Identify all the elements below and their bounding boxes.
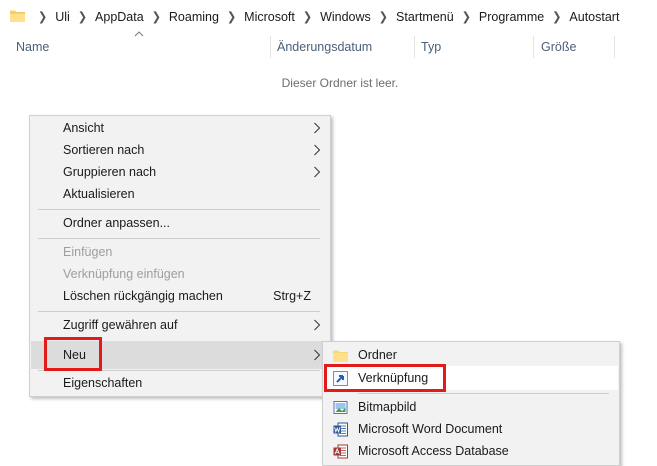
breadcrumb-item[interactable]: Uli [55, 10, 70, 24]
submenu-item-access[interactable]: Microsoft Access Database [323, 440, 619, 462]
breadcrumb-item[interactable]: Startmenü [396, 10, 454, 24]
chevron-right-icon[interactable]: ❯ [227, 9, 236, 23]
menu-item-give-access[interactable]: Zugriff gewähren auf [30, 314, 330, 336]
menu-separator [358, 393, 609, 394]
column-header-date[interactable]: Änderungsdatum [277, 34, 372, 60]
submenu-item-bitmap[interactable]: Bitmapbild [323, 396, 619, 418]
chevron-right-icon [314, 319, 321, 331]
breadcrumb-item[interactable]: Windows [320, 10, 371, 24]
word-document-icon [333, 422, 348, 437]
column-divider[interactable] [270, 36, 271, 58]
breadcrumb-item[interactable]: Roaming [169, 10, 219, 24]
chevron-right-icon[interactable]: ❯ [379, 9, 388, 23]
menu-separator [38, 311, 320, 312]
submenu-item-word[interactable]: Microsoft Word Document [323, 418, 619, 440]
chevron-right-icon [314, 122, 321, 134]
folder-icon [10, 10, 25, 22]
shortcut-label: Strg+Z [273, 289, 311, 303]
column-divider[interactable] [614, 36, 615, 58]
menu-item-undo-delete[interactable]: Löschen rückgängig machen Strg+Z [30, 285, 330, 307]
menu-item-customize-folder[interactable]: Ordner anpassen... [30, 212, 330, 234]
menu-item-refresh[interactable]: Aktualisieren [30, 183, 330, 205]
bitmap-icon [333, 401, 348, 414]
chevron-right-icon[interactable]: ❯ [38, 9, 47, 23]
chevron-right-icon [314, 166, 321, 178]
column-header-size[interactable]: Größe [541, 34, 576, 60]
chevron-right-icon[interactable]: ❯ [78, 9, 87, 23]
breadcrumb-item[interactable]: Programme [479, 10, 544, 24]
highlight-box [44, 337, 102, 371]
breadcrumb-item[interactable]: Microsoft [244, 10, 295, 24]
menu-item-paste-shortcut: Verknüpfung einfügen [63, 267, 185, 281]
chevron-right-icon [314, 349, 321, 361]
chevron-right-icon [314, 144, 321, 156]
chevron-right-icon[interactable]: ❯ [303, 9, 312, 23]
breadcrumb-item[interactable]: AppData [95, 10, 144, 24]
menu-item-properties[interactable]: Eigenschaften [30, 372, 330, 394]
breadcrumb-item[interactable]: Autostart [569, 10, 619, 24]
empty-folder-message: Dieser Ordner ist leer. [281, 76, 399, 90]
menu-separator [38, 209, 320, 210]
column-divider[interactable] [533, 36, 534, 58]
new-submenu: Ordner Verknüpfung Bitmapbild Microsoft … [322, 341, 620, 466]
breadcrumb: ❯ Uli ❯ AppData ❯ Roaming ❯ Microsoft ❯ … [30, 0, 619, 33]
access-database-icon [333, 444, 348, 459]
submenu-item-folder[interactable]: Ordner [323, 344, 619, 366]
menu-item-paste: Einfügen [63, 245, 113, 259]
menu-separator [38, 238, 320, 239]
column-header-type[interactable]: Typ [421, 34, 441, 60]
menu-item-group-by[interactable]: Gruppieren nach [30, 161, 330, 183]
folder-icon [333, 350, 348, 362]
menu-item-view[interactable]: Ansicht [30, 117, 330, 139]
column-divider[interactable] [414, 36, 415, 58]
highlight-box [324, 364, 446, 392]
column-headers: Name Änderungsdatum Typ Größe [0, 31, 657, 60]
column-header-name[interactable]: Name [16, 34, 49, 60]
address-bar[interactable]: ❯ Uli ❯ AppData ❯ Roaming ❯ Microsoft ❯ … [0, 0, 657, 33]
menu-item-sort-by[interactable]: Sortieren nach [30, 139, 330, 161]
chevron-right-icon[interactable]: ❯ [152, 9, 161, 23]
sort-up-icon [134, 31, 144, 37]
chevron-right-icon[interactable]: ❯ [462, 9, 471, 23]
chevron-right-icon[interactable]: ❯ [552, 9, 561, 23]
